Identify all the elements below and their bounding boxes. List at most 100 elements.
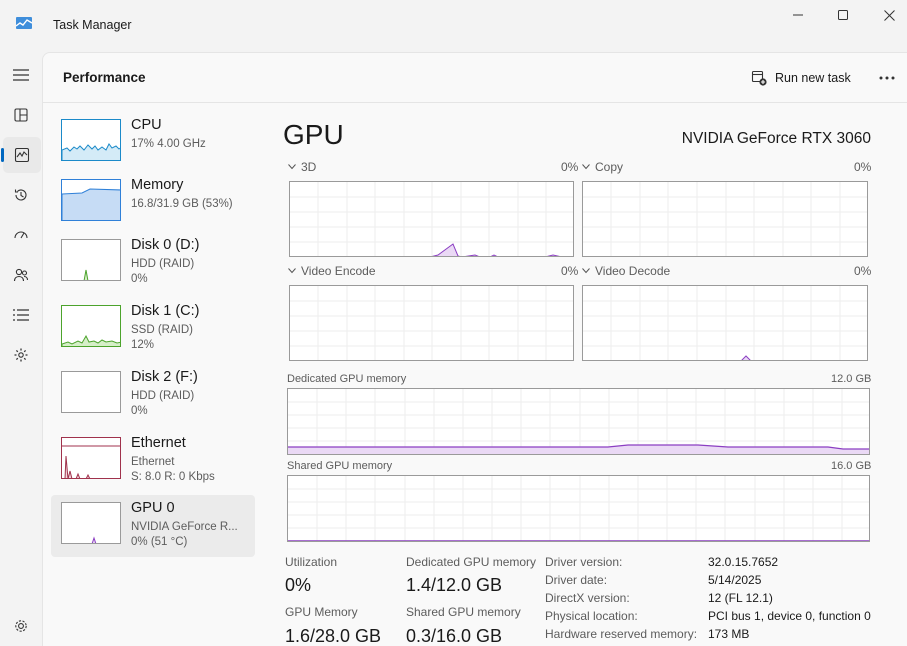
shared-memory-stat-value: 0.3/16.0 GB — [406, 626, 503, 646]
driver-version-label: Driver version: — [545, 555, 623, 569]
device-ethernet[interactable]: Ethernet Ethernet S: 8.0 R: 0 Kbps — [51, 430, 255, 492]
physical-location-label: Physical location: — [545, 609, 638, 623]
device-detail: 16.8/31.9 GB (53%) — [131, 198, 233, 210]
settings-icon[interactable] — [0, 608, 42, 644]
hardware-reserved-memory-value: 173 MB — [708, 627, 750, 641]
graph-video-encode — [289, 285, 574, 361]
driver-date-label: Driver date: — [545, 573, 608, 587]
performance-icon[interactable] — [1, 137, 41, 173]
device-detail: NVIDIA GeForce R... — [131, 521, 238, 533]
physical-location-value: PCI bus 1, device 0, function 0 — [708, 609, 871, 623]
run-new-task-label: Run new task — [775, 71, 851, 85]
run-task-icon — [751, 70, 767, 86]
nav-rail — [0, 52, 42, 646]
dedicated-memory-label: Dedicated GPU memory — [287, 373, 407, 385]
device-disk-1[interactable]: Disk 1 (C:) SSD (RAID) 12% — [51, 298, 255, 360]
device-name: GPU 0 — [131, 500, 175, 516]
close-button[interactable] — [866, 0, 907, 30]
engine-selector-video-encode[interactable]: Video Encode — [288, 264, 376, 278]
minimize-button[interactable] — [775, 0, 821, 30]
engine-selector-copy[interactable]: Copy — [582, 160, 623, 174]
gpu-thumbnail-graph — [61, 502, 121, 544]
page-title: Performance — [63, 70, 146, 85]
disk0-thumbnail-graph — [61, 239, 121, 281]
device-name: Memory — [131, 177, 184, 193]
device-throughput: S: 8.0 R: 0 Kbps — [131, 471, 215, 483]
device-name: Ethernet — [131, 435, 186, 451]
device-memory[interactable]: Memory 16.8/31.9 GB (53%) — [51, 172, 255, 234]
disk1-thumbnail-graph — [61, 305, 121, 347]
driver-date-value: 5/14/2025 — [708, 573, 762, 587]
task-manager-icon — [16, 17, 32, 29]
chevron-down-icon — [582, 268, 590, 274]
memory-thumbnail-graph — [61, 179, 121, 221]
engine-value: 0% — [561, 160, 579, 174]
more-options-icon[interactable] — [875, 67, 899, 89]
page-header: Performance Run new task — [43, 53, 907, 103]
device-detail: Ethernet — [131, 456, 175, 468]
cpu-thumbnail-graph — [61, 119, 121, 161]
device-detail: HDD (RAID) — [131, 258, 195, 270]
startup-apps-icon[interactable] — [0, 217, 42, 253]
engine-value: 0% — [854, 264, 872, 278]
details-icon[interactable] — [0, 297, 42, 333]
shared-memory-graph — [287, 475, 870, 542]
processes-icon[interactable] — [0, 97, 42, 133]
maximize-button[interactable] — [820, 0, 866, 30]
shared-memory-label: Shared GPU memory — [287, 460, 393, 472]
gpu-heading: GPU — [283, 119, 344, 150]
directx-version-value: 12 (FL 12.1) — [708, 591, 773, 605]
device-detail: HDD (RAID) — [131, 390, 195, 402]
utilization-label: Utilization — [285, 555, 338, 569]
shared-memory-max: 16.0 GB — [831, 460, 872, 472]
gpu-memory-label: GPU Memory — [285, 605, 358, 619]
device-cpu[interactable]: CPU 17% 4.00 GHz — [51, 112, 255, 174]
disk2-thumbnail-graph — [61, 371, 121, 413]
title-bar: Task Manager — [0, 0, 907, 52]
device-usage: 12% — [131, 339, 155, 351]
device-name: CPU — [131, 117, 162, 133]
engine-selector-video-decode[interactable]: Video Decode — [582, 264, 670, 278]
hamburger-menu-icon[interactable] — [0, 57, 42, 93]
device-name: Disk 2 (F:) — [131, 369, 198, 385]
chevron-down-icon — [582, 164, 590, 170]
window-title: Task Manager — [53, 18, 132, 32]
engine-selector-3d[interactable]: 3D — [288, 160, 316, 174]
content-panel: Performance Run new task CPU 17% 4.00 GH… — [42, 52, 907, 646]
dedicated-memory-graph — [287, 388, 870, 455]
dedicated-memory-max: 12.0 GB — [831, 373, 872, 385]
chevron-down-icon — [288, 164, 296, 170]
ethernet-thumbnail-graph — [61, 437, 121, 479]
chevron-down-icon — [288, 268, 296, 274]
device-usage: 0% — [131, 405, 148, 417]
device-name: Disk 1 (C:) — [131, 303, 200, 319]
gpu-memory-value: 1.6/28.0 GB — [285, 626, 382, 646]
device-disk-0[interactable]: Disk 0 (D:) HDD (RAID) 0% — [51, 232, 255, 294]
utilization-value: 0% — [285, 575, 312, 595]
graph-3d — [289, 181, 574, 257]
graph-video-decode — [582, 285, 868, 361]
device-usage: 0% (51 °C) — [131, 536, 188, 548]
device-detail: 17% 4.00 GHz — [131, 138, 206, 150]
dedicated-memory-stat-label: Dedicated GPU memory — [406, 555, 537, 569]
driver-version-value: 32.0.15.7652 — [708, 555, 779, 569]
device-usage: 0% — [131, 273, 148, 285]
users-icon[interactable] — [0, 257, 42, 293]
engine-name: Video Decode — [595, 264, 671, 278]
device-name: Disk 0 (D:) — [131, 237, 200, 253]
device-disk-2[interactable]: Disk 2 (F:) HDD (RAID) 0% — [51, 364, 255, 426]
graph-copy — [582, 181, 868, 257]
services-icon[interactable] — [0, 337, 42, 373]
app-history-icon[interactable] — [0, 177, 42, 213]
run-new-task-button[interactable]: Run new task — [751, 67, 851, 89]
hardware-reserved-memory-label: Hardware reserved memory: — [545, 627, 698, 641]
engine-name: 3D — [301, 160, 317, 174]
engine-value: 0% — [854, 160, 872, 174]
directx-version-label: DirectX version: — [545, 591, 630, 605]
engine-name: Video Encode — [301, 264, 376, 278]
dedicated-memory-stat-value: 1.4/12.0 GB — [406, 575, 503, 595]
engine-name: Copy — [595, 160, 624, 174]
device-detail: SSD (RAID) — [131, 324, 193, 336]
gpu-model-name: NVIDIA GeForce RTX 3060 — [681, 130, 871, 147]
device-gpu-0[interactable]: GPU 0 NVIDIA GeForce R... 0% (51 °C) — [51, 495, 255, 557]
